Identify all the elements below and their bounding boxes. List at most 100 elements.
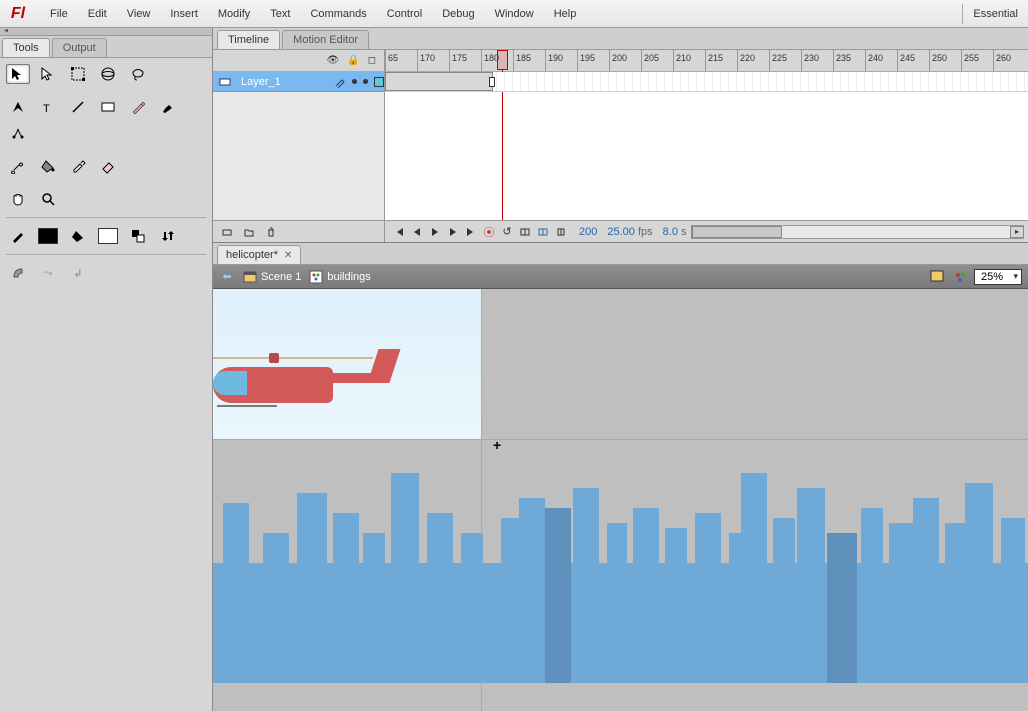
stroke-color-swatch[interactable] bbox=[36, 226, 60, 246]
goto-last-frame-button[interactable] bbox=[463, 225, 479, 239]
swap-colors-button[interactable] bbox=[156, 226, 180, 246]
subselection-tool[interactable] bbox=[36, 64, 60, 84]
menu-debug[interactable]: Debug bbox=[432, 4, 484, 24]
workspace-chooser[interactable]: Essential bbox=[962, 4, 1028, 24]
symbol-icon bbox=[309, 270, 323, 284]
menu-view[interactable]: View bbox=[117, 4, 161, 24]
pencil-tool[interactable] bbox=[126, 97, 150, 117]
document-tab-title: helicopter* bbox=[226, 249, 278, 261]
layer-header: 👁 🔒 ◻ bbox=[213, 50, 384, 72]
edit-multiple-frames-button[interactable] bbox=[553, 225, 569, 239]
menu-modify[interactable]: Modify bbox=[208, 4, 260, 24]
symbol-label: buildings bbox=[327, 271, 370, 283]
timeline-scrollbar[interactable]: ◂ ▸ bbox=[691, 225, 1025, 239]
menu-file[interactable]: File bbox=[40, 4, 78, 24]
document-tabs: helicopter* ✕ bbox=[213, 243, 1028, 265]
loop-button[interactable]: ↺ bbox=[499, 225, 515, 239]
brush-tool[interactable] bbox=[156, 97, 180, 117]
scene-label: Scene 1 bbox=[261, 271, 301, 283]
menubar: Fl File Edit View Insert Modify Text Com… bbox=[0, 0, 1028, 28]
line-tool[interactable] bbox=[66, 97, 90, 117]
close-icon[interactable]: ✕ bbox=[284, 250, 292, 261]
snap-to-objects-toggle[interactable] bbox=[6, 263, 30, 283]
document-tab[interactable]: helicopter* ✕ bbox=[217, 245, 301, 264]
frames-area[interactable]: 6517017518018519019520020521021522022523… bbox=[385, 50, 1028, 220]
panel-collapse-handle[interactable] bbox=[0, 28, 212, 36]
menu-control[interactable]: Control bbox=[377, 4, 432, 24]
new-folder-button[interactable] bbox=[241, 225, 257, 239]
tab-motion-editor[interactable]: Motion Editor bbox=[282, 30, 369, 49]
layer-visibility-dot[interactable] bbox=[352, 79, 357, 84]
visibility-icon[interactable]: 👁 bbox=[327, 55, 340, 66]
onion-skin-button[interactable] bbox=[517, 225, 533, 239]
back-button[interactable]: ⬅ bbox=[219, 270, 235, 284]
frame-track[interactable] bbox=[385, 72, 1028, 92]
rectangle-tool[interactable] bbox=[96, 97, 120, 117]
pencil-icon bbox=[334, 76, 346, 88]
black-and-white-button[interactable] bbox=[126, 226, 150, 246]
svg-text:T: T bbox=[43, 103, 50, 115]
elapsed-readout: 8.0 bbox=[663, 226, 678, 238]
scrollbar-thumb[interactable] bbox=[692, 226, 782, 238]
pen-tool[interactable] bbox=[6, 97, 30, 117]
fill-color-swatch[interactable] bbox=[96, 226, 120, 246]
elapsed-unit: s bbox=[681, 226, 687, 238]
outline-icon[interactable]: ◻ bbox=[368, 55, 376, 66]
3d-rotation-tool[interactable] bbox=[96, 64, 120, 84]
edit-bar: ⬅ Scene 1 buildings 25% bbox=[213, 265, 1028, 289]
paint-bucket-tool[interactable] bbox=[36, 156, 60, 176]
timeline-panel: Timeline Motion Editor 👁 🔒 ◻ Layer_1 bbox=[213, 28, 1028, 243]
symbol-crumb[interactable]: buildings bbox=[309, 270, 370, 284]
smooth-option[interactable]: ⤳ bbox=[36, 263, 60, 283]
layer-name: Layer_1 bbox=[237, 76, 328, 88]
timeline-panel-tabs: Timeline Motion Editor bbox=[213, 28, 1028, 50]
play-button[interactable] bbox=[427, 225, 443, 239]
free-transform-tool[interactable] bbox=[66, 64, 90, 84]
fps-readout: 25.00 bbox=[607, 226, 635, 238]
zoom-tool[interactable] bbox=[36, 189, 60, 209]
timeline-ruler[interactable]: 6517017518018519019520020521021522022523… bbox=[385, 50, 1028, 72]
layer-lock-dot[interactable] bbox=[363, 79, 368, 84]
buildings-art bbox=[213, 423, 1028, 683]
center-frame-button[interactable]: ⦿ bbox=[481, 225, 497, 239]
scene-crumb[interactable]: Scene 1 bbox=[243, 270, 301, 284]
menu-insert[interactable]: Insert bbox=[160, 4, 208, 24]
selection-tool[interactable] bbox=[6, 64, 30, 84]
eyedropper-tool[interactable] bbox=[66, 156, 90, 176]
layer-row[interactable]: Layer_1 bbox=[213, 72, 384, 92]
step-forward-button[interactable] bbox=[445, 225, 461, 239]
tab-tools[interactable]: Tools bbox=[2, 38, 50, 57]
straighten-option[interactable]: ↲ bbox=[66, 263, 90, 283]
menu-edit[interactable]: Edit bbox=[78, 4, 117, 24]
tool-grid: T ⤳ ↲ bbox=[0, 58, 212, 289]
text-tool[interactable]: T bbox=[36, 97, 60, 117]
tab-output[interactable]: Output bbox=[52, 38, 107, 57]
hand-tool[interactable] bbox=[6, 189, 30, 209]
menu-commands[interactable]: Commands bbox=[300, 4, 376, 24]
deco-tool[interactable] bbox=[6, 123, 30, 143]
eraser-tool[interactable] bbox=[96, 156, 120, 176]
stage[interactable]: + bbox=[213, 289, 1028, 711]
edit-symbol-icon[interactable] bbox=[952, 269, 968, 285]
transport-controls: ⦿ ↺ bbox=[385, 225, 569, 239]
layer-type-icon bbox=[219, 76, 231, 88]
lasso-tool[interactable] bbox=[126, 64, 150, 84]
delete-layer-button[interactable] bbox=[263, 225, 279, 239]
onion-skin-outlines-button[interactable] bbox=[535, 225, 551, 239]
edit-scene-icon[interactable] bbox=[930, 269, 946, 285]
new-layer-button[interactable] bbox=[219, 225, 235, 239]
scrollbar-right-arrow[interactable]: ▸ bbox=[1010, 226, 1024, 238]
menu-text[interactable]: Text bbox=[260, 4, 300, 24]
menu-help[interactable]: Help bbox=[544, 4, 587, 24]
bone-tool[interactable] bbox=[6, 156, 30, 176]
tab-timeline[interactable]: Timeline bbox=[217, 30, 280, 49]
lock-icon[interactable]: 🔒 bbox=[347, 55, 359, 66]
playhead-line bbox=[502, 70, 503, 220]
step-back-button[interactable] bbox=[409, 225, 425, 239]
fill-color-icon bbox=[66, 226, 90, 246]
frame-span bbox=[385, 72, 493, 91]
layer-outline-swatch[interactable] bbox=[374, 77, 384, 87]
zoom-select[interactable]: 25% bbox=[974, 269, 1022, 285]
goto-first-frame-button[interactable] bbox=[391, 225, 407, 239]
menu-window[interactable]: Window bbox=[485, 4, 544, 24]
